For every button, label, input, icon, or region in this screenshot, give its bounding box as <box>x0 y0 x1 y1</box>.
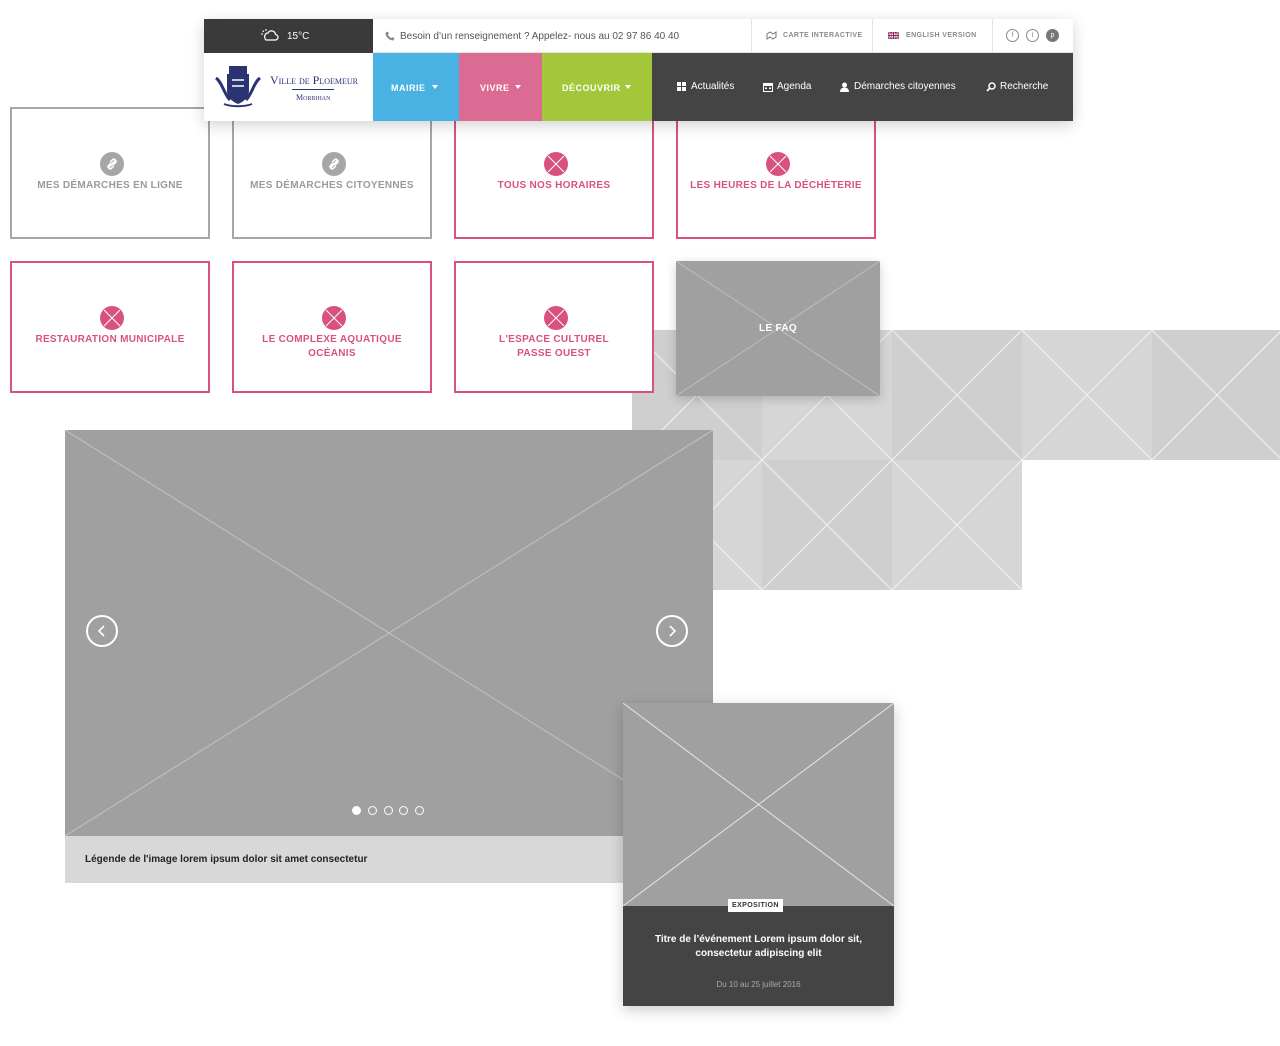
phone-icon <box>385 31 395 41</box>
slider-dot[interactable] <box>352 806 361 815</box>
image-placeholder <box>65 430 713 836</box>
tile-label: MES DÉMARCHES CITOYENNES <box>250 180 414 191</box>
tile-label: LE COMPLEXE AQUATIQUE OCÉANIS <box>262 334 402 359</box>
user-icon <box>840 82 849 92</box>
divider <box>872 19 873 53</box>
tile-faq[interactable]: LE FAQ <box>676 261 880 396</box>
placeholder-icon <box>322 306 346 330</box>
nav-label: DÉCOUVRIR <box>562 83 621 93</box>
slider-caption: Légende de l'image lorem ipsum dolor sit… <box>65 836 645 883</box>
coat-of-arms-icon <box>215 66 261 108</box>
tile-heures-decheterie[interactable]: LES HEURES DE LA DÉCHÈTERIE <box>676 107 876 239</box>
event-card[interactable]: Titre de l’événement Lorem ipsum dolor s… <box>623 703 894 1006</box>
slider-prev-button[interactable] <box>86 615 118 647</box>
divider <box>751 19 752 53</box>
slider-dot[interactable] <box>399 806 408 815</box>
agenda-label: Agenda <box>777 81 812 92</box>
cloud-sun-icon <box>261 29 279 41</box>
placeholder-icon <box>544 152 568 176</box>
actualites-label: Actualités <box>691 81 735 92</box>
english-version-link[interactable]: ENGLISH VERSION <box>888 32 977 39</box>
divider <box>992 19 993 53</box>
carte-interactive-link[interactable]: CARTE INTERACTIVE <box>766 31 863 40</box>
map-icon <box>766 31 777 40</box>
weather-widget: 15°C <box>204 19 373 53</box>
twitter-icon[interactable]: t <box>1026 29 1039 42</box>
slider-dot[interactable] <box>384 806 393 815</box>
logo-divider <box>292 89 334 90</box>
event-date: Du 10 au 25 juillet 2016 <box>716 980 801 989</box>
nav-label: VIVRE <box>480 83 510 93</box>
tile-label: RESTAURATION MUNICIPALE <box>35 334 185 345</box>
slider-dot[interactable] <box>415 806 424 815</box>
tile-label: L'ESPACE CULTUREL PASSE OUEST <box>499 334 609 359</box>
grid-icon <box>677 82 686 91</box>
slider-dot[interactable] <box>368 806 377 815</box>
nav-decouvrir[interactable]: DÉCOUVRIR <box>542 53 652 121</box>
search-icon <box>986 82 996 92</box>
chevron-left-icon <box>97 625 105 637</box>
utility-nav: Actualités Agenda Démarches citoyennes R… <box>652 53 1073 121</box>
tile-mes-demarches-en-ligne[interactable]: MES DÉMARCHES EN LIGNE <box>10 107 210 239</box>
english-version-label: ENGLISH VERSION <box>906 32 977 39</box>
top-bar: 15°C Besoin d’un renseignement ? Appelez… <box>204 19 1073 53</box>
site-logo[interactable]: Ville de Ploemeur Morbihan <box>204 53 373 121</box>
caption-text: Légende de l'image lorem ipsum dolor sit… <box>85 854 368 865</box>
tile-tous-nos-horaires[interactable]: TOUS NOS HORAIRES <box>454 107 654 239</box>
placeholder-icon <box>100 306 124 330</box>
image-placeholder <box>623 703 894 906</box>
nav-mairie[interactable]: MAIRIE <box>373 53 459 121</box>
nav-vivre[interactable]: VIVRE <box>459 53 542 121</box>
demarches-citoyennes-label: Démarches citoyennes <box>854 81 956 92</box>
recherche-label: Recherche <box>1000 81 1049 92</box>
pinterest-icon[interactable]: p <box>1046 29 1059 42</box>
calendar-icon <box>763 83 773 92</box>
tile-complexe-aquatique[interactable]: LE COMPLEXE AQUATIQUE OCÉANIS <box>232 261 432 393</box>
tile-label: LES HEURES DE LA DÉCHÈTERIE <box>690 180 862 191</box>
tile-restauration-municipale[interactable]: RESTAURATION MUNICIPALE <box>10 261 210 393</box>
temperature: 15°C <box>287 31 310 42</box>
chevron-down-icon <box>625 85 631 89</box>
nav-label: MAIRIE <box>391 83 426 93</box>
tile-espace-culturel[interactable]: L'ESPACE CULTUREL PASSE OUEST <box>454 261 654 393</box>
event-body: Titre de l’événement Lorem ipsum dolor s… <box>623 906 894 1006</box>
placeholder-icon <box>544 306 568 330</box>
placeholder-icon <box>766 152 790 176</box>
logo-title: Ville de Ploemeur <box>270 73 358 87</box>
tile-mes-demarches-citoyennes[interactable]: MES DÉMARCHES CITOYENNES <box>232 107 432 239</box>
tile-label: LE FAQ <box>759 323 797 334</box>
link-icon <box>322 152 346 176</box>
link-icon <box>100 152 124 176</box>
facebook-icon[interactable]: f <box>1006 29 1019 42</box>
tile-label: MES DÉMARCHES EN LIGNE <box>37 180 183 191</box>
chevron-down-icon <box>432 85 438 89</box>
event-title: Titre de l’événement Lorem ipsum dolor s… <box>654 934 863 959</box>
tile-label: TOUS NOS HORAIRES <box>497 180 611 191</box>
image-slider <box>65 430 713 836</box>
event-category-badge: EXPOSITION <box>728 899 783 912</box>
event-image <box>623 703 894 906</box>
chevron-right-icon <box>669 625 677 637</box>
logo-subtitle: Morbihan <box>296 93 331 102</box>
chevron-down-icon <box>515 85 521 89</box>
uk-flag-icon <box>888 32 899 39</box>
phone-text: Besoin d’un renseignement ? Appelez- nou… <box>400 31 680 42</box>
slider-next-button[interactable] <box>656 615 688 647</box>
carte-interactive-label: CARTE INTERACTIVE <box>783 32 863 39</box>
site-header: 15°C Besoin d’un renseignement ? Appelez… <box>204 19 1073 121</box>
